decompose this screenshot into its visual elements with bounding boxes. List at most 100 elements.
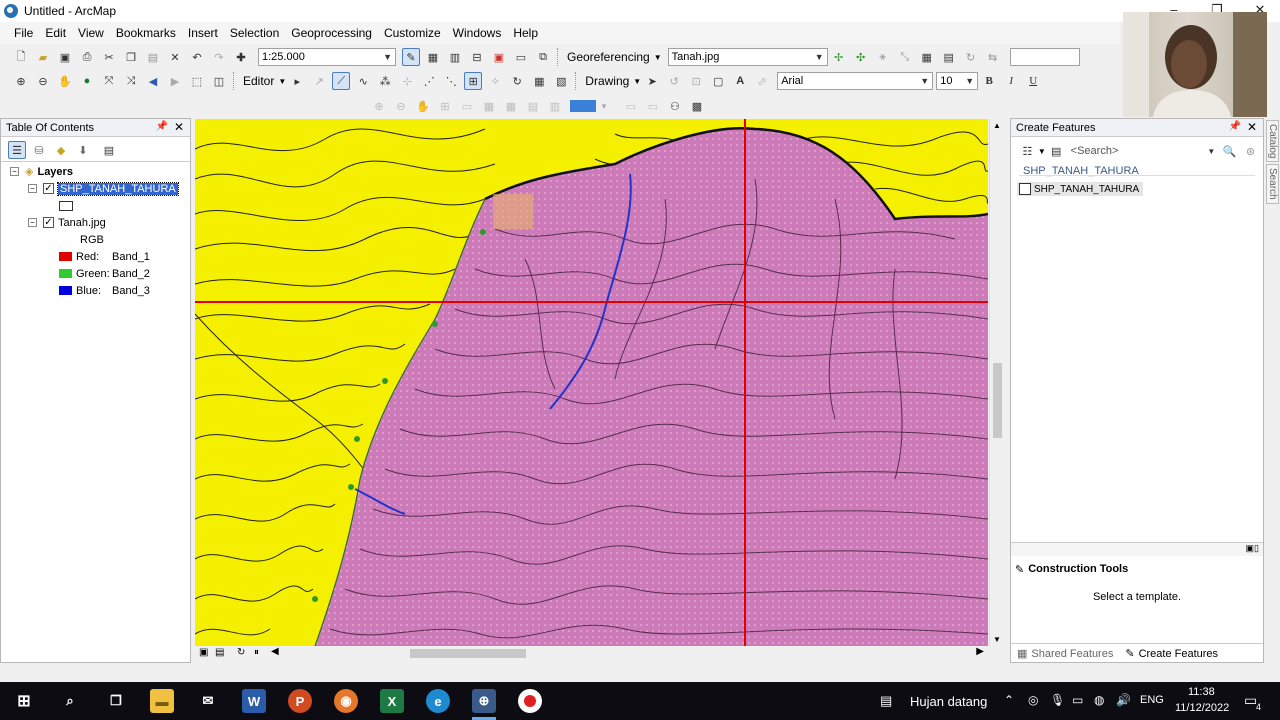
clock-time[interactable]: 11:38 (1188, 686, 1215, 698)
viewer-icon[interactable]: ▤ (940, 48, 958, 66)
menu-customize[interactable]: Customize (378, 26, 447, 40)
file-explorer-icon[interactable]: ▬ (150, 689, 174, 713)
fill-color-swatch[interactable] (570, 100, 596, 112)
horizontal-scroll-thumb[interactable] (410, 649, 526, 658)
zoom-out-icon[interactable]: ⊖ (34, 72, 52, 90)
menu-selection[interactable]: Selection (224, 26, 285, 40)
add-control-points-icon[interactable]: ⤡ (896, 48, 914, 66)
cut-polygons-icon[interactable]: ⋱ (442, 72, 460, 90)
editor-menu[interactable]: Editor (239, 74, 278, 88)
layer-name[interactable]: SHP_TANAH_TAHURA (57, 181, 179, 196)
toolbar-grip[interactable] (575, 72, 578, 90)
windows-start-icon[interactable]: ⊞ (12, 689, 36, 713)
refresh-icon[interactable]: ↻ (237, 647, 245, 658)
view-link-table-icon[interactable]: ▦ (918, 48, 936, 66)
rotate-element-icon[interactable]: ↺ (665, 72, 683, 90)
map-horizontal-scrollbar[interactable]: ▣ ▤ ↻ ⏸ ◀ ▶ (195, 646, 988, 661)
forward-extent-icon[interactable]: ▶ (166, 72, 184, 90)
vertical-scroll-thumb[interactable] (993, 363, 1002, 438)
pan-icon[interactable]: ✋ (56, 72, 74, 90)
word-icon[interactable]: W (242, 689, 266, 713)
font-name-combo[interactable]: Arial ▼ (777, 72, 934, 90)
collapse-icon[interactable]: − (28, 218, 37, 227)
options-icon[interactable]: ▤ (100, 141, 118, 159)
fixed-zoom-out-icon[interactable]: ⤨ (122, 72, 140, 90)
collapse-icon[interactable]: − (28, 184, 37, 193)
organize-templates-icon[interactable]: ☷ (1019, 142, 1036, 160)
template-search-input[interactable]: <Search> ▼ (1071, 145, 1216, 157)
layout-zoom-in-icon[interactable]: ⊕ (370, 97, 388, 115)
toc-window-icon[interactable]: ▦ (424, 48, 442, 66)
edge-icon[interactable]: e (426, 689, 450, 713)
redo-icon[interactable]: ↷ (210, 48, 228, 66)
trace-icon[interactable]: ∿ (354, 72, 372, 90)
tray-chevron-icon[interactable]: ⌃ (1004, 693, 1014, 707)
clear-selection-icon[interactable]: ◫ (210, 72, 228, 90)
pause-drawing-icon[interactable]: ⏸ (254, 647, 259, 658)
menu-file[interactable]: File (8, 26, 39, 40)
firefox-icon[interactable]: ◉ (334, 689, 358, 713)
rotate-feature-icon[interactable]: ✧ (486, 72, 504, 90)
menu-bookmarks[interactable]: Bookmarks (110, 26, 182, 40)
italic-button[interactable]: I (1002, 72, 1020, 90)
tab-create-features[interactable]: ✎ Create Features (1119, 647, 1225, 660)
menu-edit[interactable]: Edit (39, 26, 72, 40)
language-indicator[interactable]: ENG (1140, 694, 1164, 706)
new-document-icon[interactable]: 🗋 (12, 48, 30, 66)
font-size-combo[interactable]: 10 ▼ (936, 72, 979, 90)
model-builder-icon[interactable]: ⧉ (534, 48, 552, 66)
excel-icon[interactable]: X (380, 689, 404, 713)
tab-shared-features[interactable]: ▦ Shared Features (1011, 647, 1119, 661)
band-green[interactable]: Green: Band_2 (59, 265, 150, 282)
list-by-selection-icon[interactable]: ⬇ (74, 141, 92, 159)
reset-transform-icon[interactable]: ↻ (962, 48, 980, 66)
rotate-icon[interactable]: ✢ (830, 48, 848, 66)
map-canvas[interactable] (195, 119, 988, 646)
straight-segment-icon[interactable]: ⟋ (332, 72, 351, 90)
layer-name[interactable]: Tanah.jpg (58, 217, 106, 229)
tab-search[interactable]: Search (1266, 164, 1279, 205)
list-by-visibility-icon[interactable]: ◆ (52, 141, 70, 159)
save-icon[interactable]: ▣ (56, 48, 74, 66)
georef-layer-combo[interactable]: Tanah.jpg ▼ (667, 48, 828, 66)
close-icon[interactable]: ✕ (174, 120, 184, 134)
clock-date[interactable]: 11/12/2022 (1175, 702, 1229, 714)
layer-shp-tanah-tahura[interactable]: − ✓ SHP_TANAH_TAHURA (28, 180, 179, 197)
edit-annotation-icon[interactable]: ↗ (310, 72, 328, 90)
network-icon[interactable]: ◎ (1028, 693, 1038, 707)
georeferencing-menu[interactable]: Georeferencing (563, 50, 654, 64)
toggle-icon[interactable]: ⇆ (984, 48, 1002, 66)
split-icon[interactable]: ⊞ (464, 72, 483, 90)
layer-tanah-jpg[interactable]: − ✓ Tanah.jpg (28, 214, 106, 231)
menu-view[interactable]: View (72, 26, 110, 40)
microphone-icon[interactable]: 🎙 (1050, 693, 1065, 707)
layout-grid2-icon[interactable]: ▦ (502, 97, 520, 115)
layout-frame-icon[interactable]: ▭ (622, 97, 640, 115)
text-tool-icon[interactable]: A (731, 72, 749, 90)
georef-value-input[interactable] (1009, 48, 1080, 66)
layout-full-icon[interactable]: ⊞ (436, 97, 454, 115)
recorder-icon[interactable] (518, 689, 542, 713)
select-elements-icon[interactable]: ➤ (643, 72, 661, 90)
shift-icon[interactable]: ✣ (852, 48, 870, 66)
python-window-icon[interactable]: ▭ (512, 48, 530, 66)
weather-icon[interactable]: ▤ (880, 693, 892, 709)
search-icon[interactable]: ⌕ (58, 689, 82, 713)
bold-button[interactable]: B (980, 72, 998, 90)
layout-pan-icon[interactable]: ✋ (414, 97, 432, 115)
back-extent-icon[interactable]: ◀ (144, 72, 162, 90)
tab-catalog[interactable]: Catalog (1266, 120, 1279, 163)
map-scale-combo[interactable]: 1:25.000 ▼ (258, 48, 396, 66)
polygon-symbol-icon[interactable] (59, 200, 73, 211)
mail-icon[interactable]: ✉ (196, 689, 220, 713)
undo-icon[interactable]: ↶ (188, 48, 206, 66)
collapse-icon[interactable]: − (10, 167, 19, 176)
rectangle-icon[interactable]: ▢ (709, 72, 727, 90)
layer-visibility-checkbox[interactable]: ✓ (43, 217, 54, 228)
edit-vertices-icon[interactable]: ⊹ (398, 72, 416, 90)
band-red[interactable]: Red: Band_1 (59, 248, 150, 265)
pin-icon[interactable]: 📌 (1229, 121, 1241, 132)
select-features-icon[interactable]: ⬚ (188, 72, 206, 90)
scroll-up-icon[interactable]: ▲ (993, 121, 1001, 130)
clear-search-icon[interactable]: ⊛ (1242, 142, 1259, 160)
